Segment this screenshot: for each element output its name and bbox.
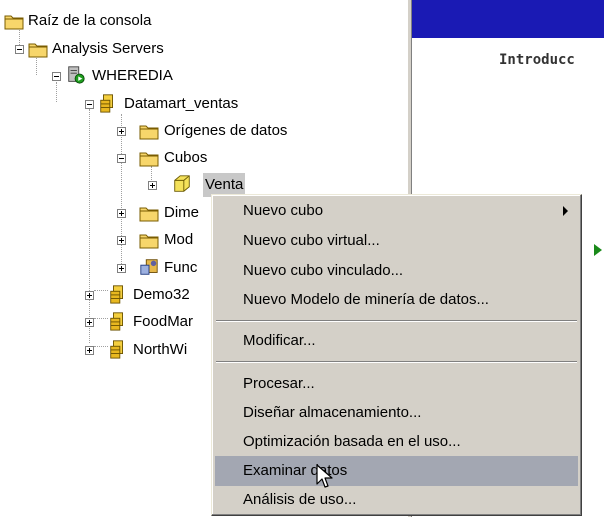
tree-line — [94, 318, 108, 319]
details-header — [412, 0, 604, 38]
tree-node-label: Datamart_ventas — [124, 95, 239, 112]
tree-node-label: Mod — [164, 231, 194, 248]
menu-item-label: Diseñar almacenamiento... — [243, 404, 422, 421]
menu-item-new-cube[interactable]: Nuevo cubo — [215, 196, 578, 226]
menu-separator — [216, 320, 577, 322]
folder-icon — [28, 43, 48, 58]
details-title: Introducc — [499, 52, 575, 68]
database-icon — [100, 94, 113, 113]
tree-line — [56, 82, 57, 102]
folder-icon — [139, 125, 159, 140]
menu-item-label: Nuevo cubo — [243, 202, 324, 219]
expand-toggle[interactable] — [117, 127, 126, 136]
database-icon — [110, 312, 123, 331]
play-arrow-icon — [594, 244, 602, 256]
expand-toggle[interactable] — [85, 318, 94, 327]
tree-node-label: FoodMar — [133, 313, 194, 330]
menu-item-label: Procesar... — [243, 375, 315, 392]
tree-node-label: NorthWi — [133, 341, 188, 358]
folder-icon — [4, 15, 24, 30]
menu-item-label: Nuevo Modelo de minería de datos... — [243, 291, 489, 308]
submenu-arrow-icon — [563, 206, 568, 216]
expand-toggle[interactable] — [85, 346, 94, 355]
tree-node-label: Dime — [164, 204, 200, 221]
collapse-toggle[interactable] — [117, 154, 126, 163]
menu-separator — [216, 361, 577, 363]
tree-node-label: WHEREDIA — [92, 67, 173, 84]
tree-line — [94, 290, 108, 291]
menu-item-design-storage[interactable]: Diseñar almacenamiento... — [215, 398, 578, 428]
function-library-icon — [140, 259, 158, 275]
expand-toggle[interactable] — [117, 264, 126, 273]
tree-line — [94, 346, 108, 347]
menu-item-label: Análisis de uso... — [243, 491, 357, 508]
tree-node-label: Demo32 — [133, 286, 190, 303]
menu-item-label: Modificar... — [243, 332, 316, 349]
expand-toggle[interactable] — [148, 181, 157, 190]
cube-icon — [174, 175, 190, 192]
expand-toggle[interactable] — [117, 209, 126, 218]
database-icon — [110, 285, 123, 304]
tree-node-label: Cubos — [164, 149, 208, 166]
collapse-toggle[interactable] — [85, 100, 94, 109]
menu-item-new-linked-cube[interactable]: Nuevo cubo vinculado... — [215, 256, 578, 286]
collapse-toggle[interactable] — [15, 45, 24, 54]
menu-item-process[interactable]: Procesar... — [215, 369, 578, 399]
menu-item-label: Nuevo cubo vinculado... — [243, 262, 404, 279]
tree-node-label: Func — [164, 259, 198, 276]
mouse-pointer-icon — [316, 464, 333, 488]
folder-icon — [139, 152, 159, 167]
tree-node-label: Raíz de la consola — [28, 12, 152, 29]
folder-icon — [139, 234, 159, 249]
menu-item-label: Optimización basada en el uso... — [243, 433, 461, 450]
menu-item-usage-analysis[interactable]: Análisis de uso... — [215, 485, 578, 515]
menu-item-browse-data[interactable]: Examinar datos — [215, 456, 578, 486]
database-icon — [110, 340, 123, 359]
folder-icon — [139, 207, 159, 222]
menu-item-new-mining-model[interactable]: Nuevo Modelo de minería de datos... — [215, 285, 578, 315]
expand-toggle[interactable] — [117, 236, 126, 245]
menu-item-edit[interactable]: Modificar... — [215, 326, 578, 356]
collapse-toggle[interactable] — [52, 72, 61, 81]
menu-item-usage-optimization[interactable]: Optimización basada en el uso... — [215, 427, 578, 457]
menu-item-label: Nuevo cubo virtual... — [243, 232, 380, 249]
context-menu: Nuevo cubo Nuevo cubo virtual... Nuevo c… — [211, 194, 582, 516]
tree-node-label: Analysis Servers — [52, 40, 164, 57]
expand-toggle[interactable] — [85, 291, 94, 300]
server-running-icon — [68, 66, 85, 84]
tree-line — [89, 109, 90, 343]
menu-item-new-virtual-cube[interactable]: Nuevo cubo virtual... — [215, 226, 578, 256]
tree-node-label: Orígenes de datos — [164, 122, 288, 139]
